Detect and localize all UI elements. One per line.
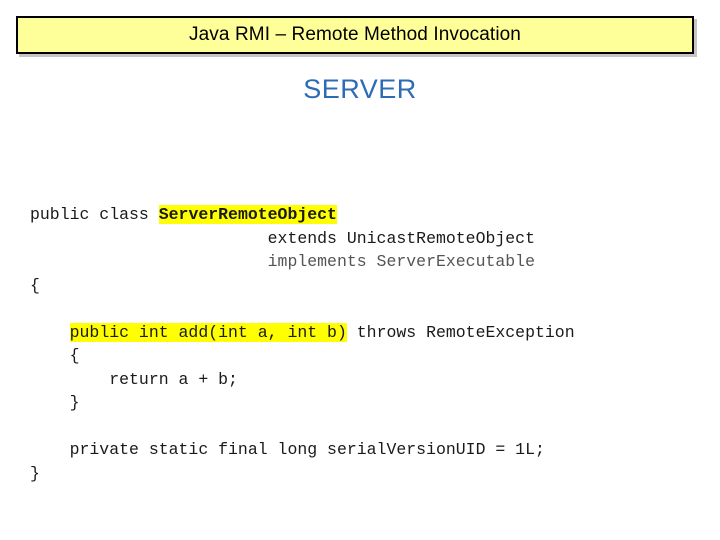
code-segment: public class	[30, 205, 159, 224]
line-blank-1	[30, 297, 698, 321]
slide-title-banner: Java RMI – Remote Method Invocation	[16, 16, 694, 54]
code-segment: throws RemoteException	[346, 322, 575, 342]
code-segment: ServerRemoteObject	[158, 205, 337, 224]
line-class-open-brace: {	[30, 274, 698, 298]
line-method-signature: public int add(int a, int b) throws Remo…	[30, 321, 698, 345]
line-extends: extends UnicastRemoteObject	[30, 227, 698, 251]
line-serial-version-uid: private static final long serialVersionU…	[30, 438, 698, 462]
java-code-block: public class ServerRemoteObject extends …	[30, 203, 698, 485]
slide-section-heading: SERVER	[303, 74, 417, 104]
code-segment: private static final long serialVersionU…	[30, 440, 545, 459]
line-method-close-brace: }	[30, 391, 698, 415]
line-class-close-brace: }	[30, 462, 698, 486]
code-segment: public int add(int a, int b)	[69, 322, 347, 342]
code-segment: return a + b;	[30, 369, 238, 389]
code-segment: {	[30, 275, 40, 295]
code-segment: {	[30, 346, 80, 365]
code-segment: implements ServerExecutable	[30, 252, 535, 271]
code-segment: }	[30, 393, 80, 412]
line-class-declaration: public class ServerRemoteObject	[30, 203, 698, 227]
code-segment: extends UnicastRemoteObject	[30, 228, 535, 248]
line-blank-2	[30, 415, 698, 439]
line-method-open-brace: {	[30, 344, 698, 368]
line-implements: implements ServerExecutable	[30, 250, 698, 274]
line-return: return a + b;	[30, 368, 698, 392]
code-segment: }	[30, 463, 40, 483]
slide-title-text: Java RMI – Remote Method Invocation	[189, 24, 521, 45]
